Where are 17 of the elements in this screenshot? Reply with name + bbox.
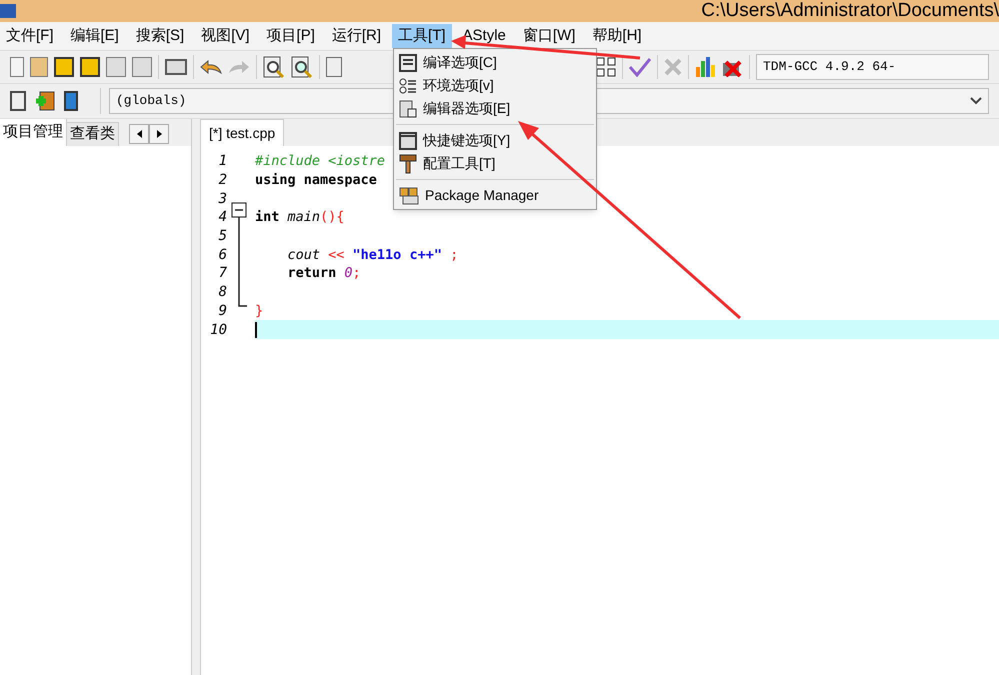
code-line: } [255, 302, 264, 321]
code-line: cout << "he11o c++" ; [286, 246, 458, 265]
line-number: 9 [218, 302, 227, 320]
line-number: 7 [218, 264, 227, 282]
line-number: 5 [218, 227, 227, 246]
code-line: int main(){ [255, 208, 344, 228]
line-number: 1 [218, 152, 227, 170]
line-number: 8 [218, 283, 227, 302]
line-number: 10 [209, 320, 227, 339]
line-number: 3 [218, 190, 227, 208]
code-line: return 0; [286, 264, 361, 284]
line-number: 4 [218, 208, 227, 226]
line-number: 6 [218, 246, 227, 264]
code-line: using namespace [255, 170, 377, 190]
line-number: 2 [218, 171, 227, 190]
window-title: C:\Users\Administrator\Documents\ [701, 0, 999, 22]
code-line: #include <iostre [255, 152, 386, 172]
